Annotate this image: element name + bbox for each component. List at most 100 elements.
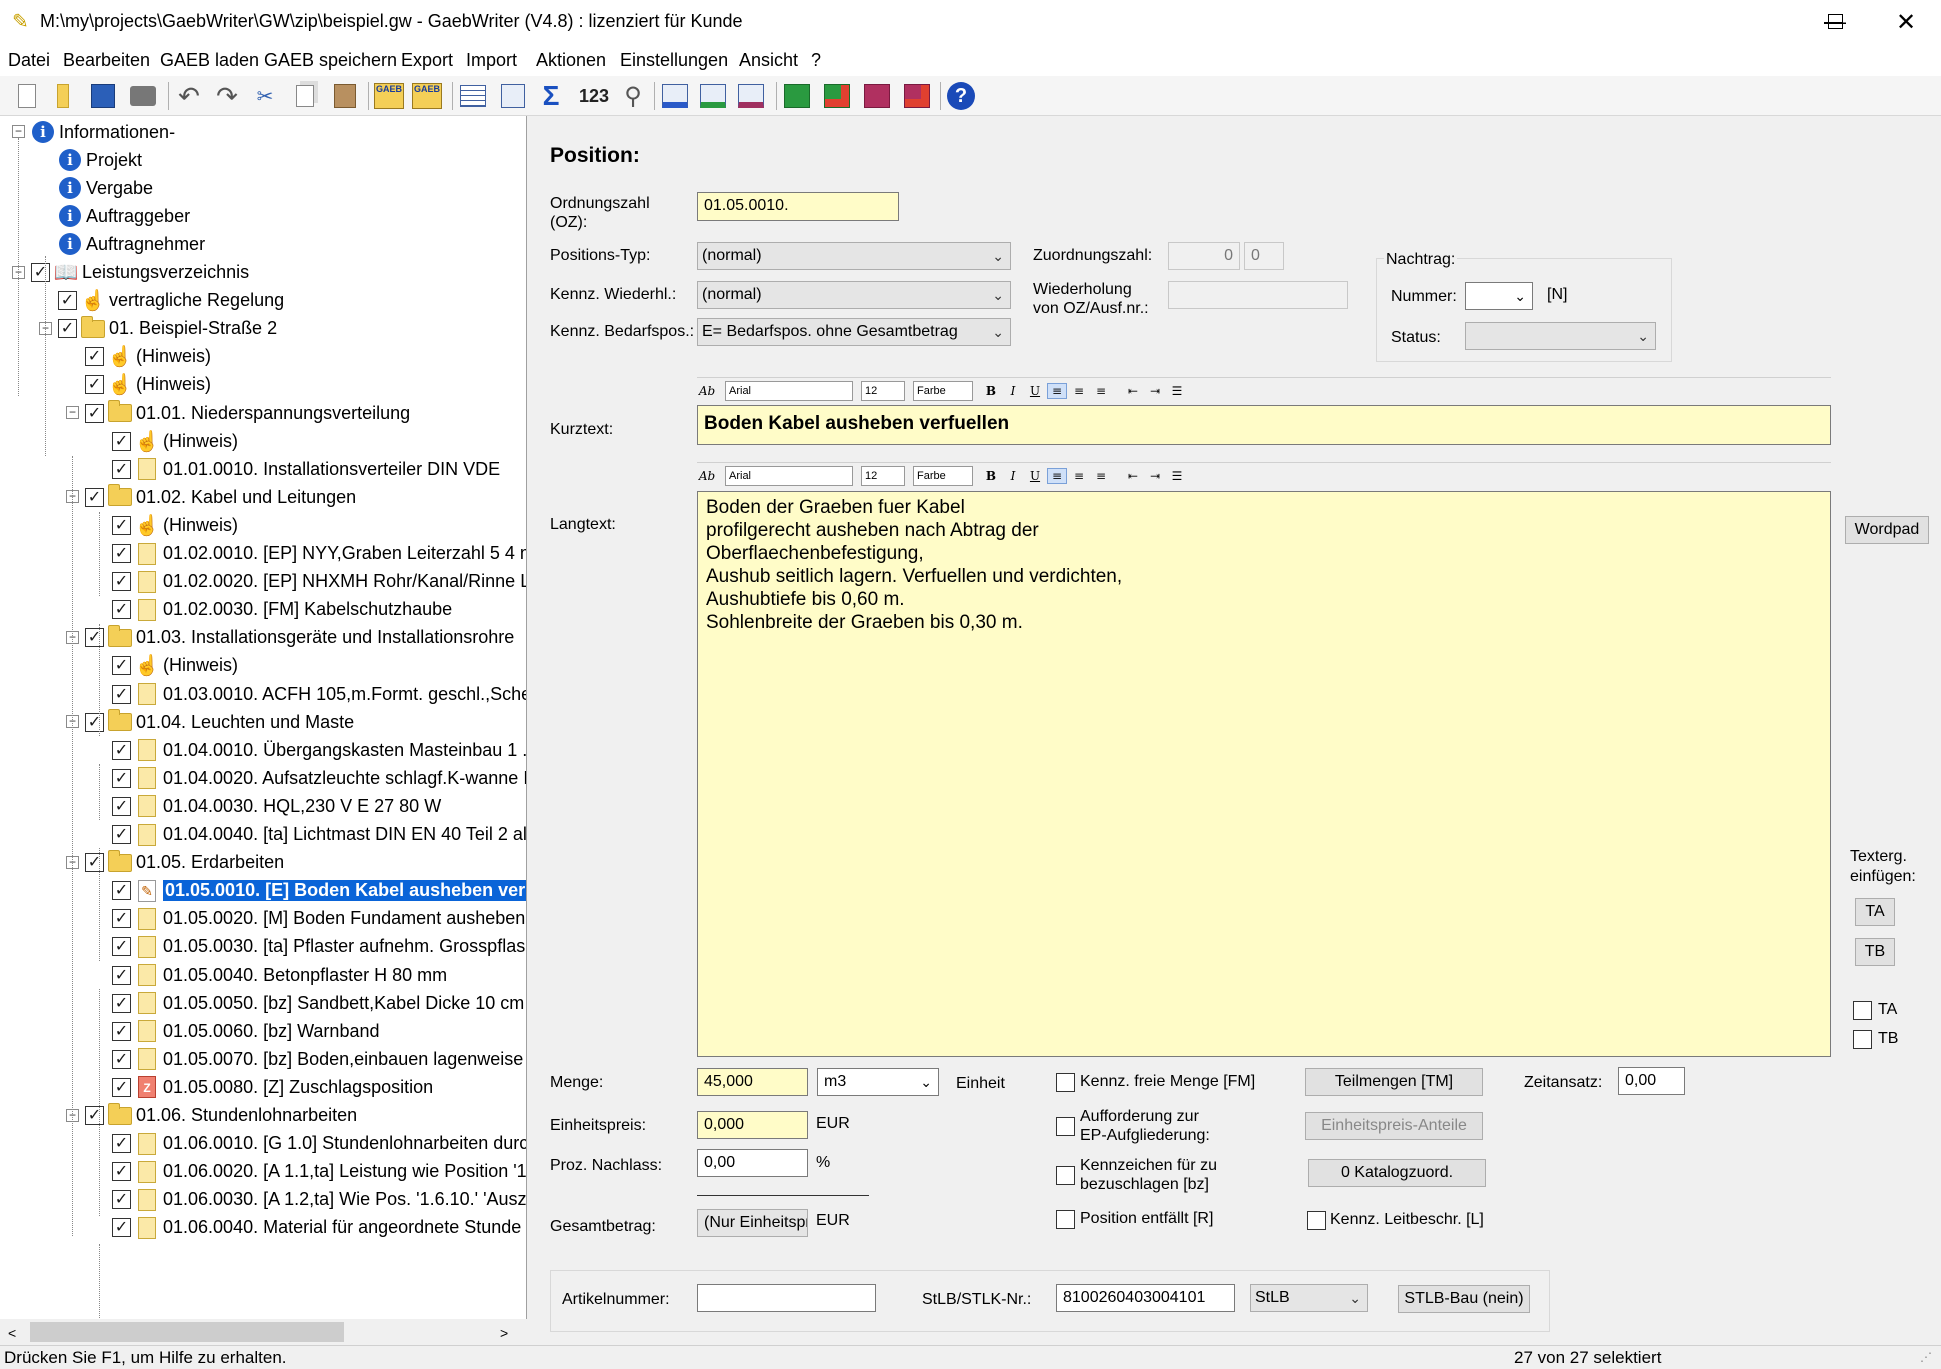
tree-item[interactable]: ✓ ☝ (Hinweis) [85, 372, 211, 398]
resize-grip-icon[interactable]: ⋰ [1920, 1350, 1932, 1364]
bullet-list-icon[interactable]: ☰ [1167, 384, 1187, 398]
ep-aufgliederung-checkbox[interactable] [1056, 1117, 1075, 1136]
tree-item[interactable]: ✓ 01.01. Niederspannungsverteilung [85, 400, 410, 426]
bold-icon[interactable]: B [981, 384, 1001, 398]
tree-item[interactable]: ✓ 01.01.0010. Installationsverteiler DIN … [112, 456, 500, 482]
oz-field[interactable]: 01.05.0010. [697, 192, 899, 221]
stlb-type-select[interactable]: StLB ⌄ [1250, 1284, 1368, 1312]
kurztext-font-select[interactable]: Arial [725, 380, 853, 401]
tree-item-checkbox[interactable]: ✓ [112, 600, 131, 620]
tree-item-checkbox[interactable]: ✓ [112, 544, 131, 563]
tree-item[interactable]: ✓ 01.04. Leuchten und Maste [85, 709, 354, 735]
katalogzuord-button[interactable]: 0 Katalogzuord. [1308, 1159, 1486, 1187]
tree-item-checkbox[interactable]: ✓ [85, 375, 104, 395]
tree-item-checkbox[interactable]: ✓ [112, 684, 131, 704]
langtext-size-select[interactable]: 12 [861, 465, 905, 486]
tree-item-checkbox[interactable]: ✓ [112, 431, 131, 451]
import-excel-icon[interactable] [782, 81, 812, 111]
tree-expander-icon[interactable]: − [66, 406, 79, 419]
tree-item[interactable]: ✓ ☝ (Hinweis) [112, 653, 238, 679]
leitbeschr-checkbox[interactable] [1307, 1211, 1326, 1230]
open-icon[interactable] [48, 81, 78, 111]
tree-item[interactable]: i Projekt [58, 147, 142, 173]
align-right-icon[interactable]: ≡ [1091, 469, 1111, 483]
sum-icon[interactable]: Σ [536, 80, 566, 111]
nachlass-field[interactable]: 0,00 [697, 1149, 808, 1177]
tree-item[interactable]: ✓ ✎ 01.05.0010. [E] Boden Kabel ausheben v… [112, 878, 526, 904]
align-left-icon[interactable]: ≡ [1047, 467, 1067, 484]
tree-item-checkbox[interactable]: ✓ [85, 853, 104, 873]
scroll-left-icon[interactable]: < [8, 1325, 16, 1341]
import-access2-icon[interactable] [902, 81, 932, 111]
outdent-icon[interactable]: ⇤ [1123, 469, 1143, 483]
tree-item[interactable]: ✓ 01.06.0020. [A 1.1,ta] Leistung wie Pos… [112, 1159, 526, 1185]
align-right-icon[interactable]: ≡ [1091, 384, 1111, 398]
tree-item[interactable]: i Vergabe [58, 175, 153, 201]
tree-item-checkbox[interactable]: ✓ [85, 487, 104, 507]
tree-expander-icon[interactable]: − [12, 125, 25, 138]
tree-item[interactable]: i Auftragnehmer [58, 231, 205, 257]
tree-item[interactable]: ✓ 01.06. Stundenlohnarbeiten [85, 1102, 357, 1129]
export-excel-icon[interactable] [698, 81, 728, 111]
align-center-icon[interactable]: ≡ [1069, 469, 1089, 483]
tree-item[interactable]: ✓ 01.06.0030. [A 1.2,ta] Wie Pos. '1.6.10… [112, 1187, 526, 1213]
bedarfspos-select[interactable]: E= Bedarfspos. ohne Gesamtbetrag ⌄ [697, 318, 1011, 346]
tree-horizontal-scrollbar[interactable]: < > [0, 1319, 527, 1345]
tree-view[interactable]: − i Informationen-i Projekt i Vergabe i Auftrag… [0, 116, 527, 1321]
indent-icon[interactable]: ⇥ [1145, 384, 1165, 398]
search-icon[interactable]: ⚲ [618, 81, 648, 111]
tree-item[interactable]: ✓ 01.05. Erdarbeiten [85, 849, 284, 876]
kurztext-size-select[interactable]: 12 [861, 380, 905, 401]
tree-item-checkbox[interactable]: ✓ [112, 459, 131, 479]
tree-item-checkbox[interactable]: ✓ [112, 796, 131, 816]
ta-checkbox[interactable] [1853, 1001, 1872, 1020]
tree-item-checkbox[interactable]: ✓ [112, 993, 131, 1013]
tree-item[interactable]: ✓ ☝ (Hinweis) [85, 344, 211, 370]
tree-item[interactable]: ✓ 01.05.0050. [bz] Sandbett,Kabel Dicke 1… [112, 990, 524, 1016]
tree-item-checkbox[interactable]: ✓ [112, 881, 131, 901]
tree-item[interactable]: ✓ 01.03.0010. ACFH 105,m.Formt. geschl.,S… [112, 681, 526, 707]
tree-item[interactable]: ✓ 01.04.0010. Übergangskasten Masteinbau … [112, 737, 526, 763]
bold-icon[interactable]: B [981, 469, 1001, 483]
tree-item-checkbox[interactable]: ✓ [85, 347, 104, 367]
menu-einstellungen[interactable]: Einstellungen [620, 50, 728, 71]
tree-item[interactable]: ✓ 01.06.0040. Material für angeordnete St… [112, 1215, 521, 1241]
font-style-icon[interactable]: Ab [697, 384, 717, 398]
langtext-font-select[interactable]: Arial [725, 465, 853, 486]
tree-item[interactable]: ✓ 01.04.0040. [ta] Lichtmast DIN EN 40 Te… [112, 822, 526, 848]
export-word-icon[interactable] [660, 81, 690, 111]
help-icon[interactable]: ? [946, 81, 976, 111]
maximize-icon[interactable] [1828, 14, 1843, 29]
kurztext-color-select[interactable]: Farbe [913, 380, 973, 401]
undo-icon[interactable]: ↶ [174, 81, 204, 111]
tree-item-checkbox[interactable]: ✓ [112, 572, 131, 592]
tree-item[interactable]: ✓ Z 01.05.0080. [Z] Zuschlagsposition [112, 1074, 433, 1100]
tree-item-checkbox[interactable]: ✓ [112, 825, 131, 844]
tree-item-checkbox[interactable]: ✓ [58, 319, 77, 339]
copy-icon[interactable] [290, 81, 320, 111]
tree-item-checkbox[interactable]: ✓ [112, 965, 131, 985]
italic-icon[interactable]: I [1003, 469, 1023, 483]
zeitansatz-field[interactable]: 0,00 [1618, 1067, 1685, 1095]
tree-item-checkbox[interactable]: ✓ [112, 1021, 131, 1041]
tree-item-checkbox[interactable]: ✓ [112, 768, 131, 788]
kurztext-field[interactable]: Boden Kabel ausheben verfuellen [697, 405, 1831, 445]
tree-item-checkbox[interactable]: ✓ [112, 909, 131, 929]
tree-item-checkbox[interactable]: ✓ [112, 1077, 131, 1097]
tree-item-checkbox[interactable]: ✓ [85, 403, 104, 423]
cut-icon[interactable]: ✂ [250, 81, 280, 111]
tree-item[interactable]: ✓ ☝ (Hinweis) [112, 428, 238, 454]
status-select[interactable]: ⌄ [1465, 322, 1656, 350]
menu-aktionen[interactable]: Aktionen [536, 50, 606, 71]
tree-item[interactable]: ✓ 01.05.0020. [M] Boden Fundament aushebe… [112, 906, 525, 932]
tree-item[interactable]: ✓ 01.05.0060. [bz] Warnband [112, 1018, 379, 1044]
scroll-right-icon[interactable]: > [500, 1325, 508, 1341]
paste-icon[interactable] [330, 81, 360, 111]
freie-menge-checkbox[interactable] [1056, 1073, 1075, 1092]
tree-item-checkbox[interactable]: ✓ [58, 291, 77, 311]
tree-item[interactable]: ✓ 01.02.0020. [EP] NHXMH Rohr/Kanal/Rinne… [112, 569, 526, 595]
zuordnungszahl-field-2[interactable]: 0 [1244, 242, 1284, 270]
nummer-select[interactable]: ⌄ [1465, 282, 1533, 310]
new-icon[interactable] [12, 81, 42, 111]
gesamtbetrag-field[interactable]: (Nur Einheitspreis) [697, 1209, 808, 1237]
